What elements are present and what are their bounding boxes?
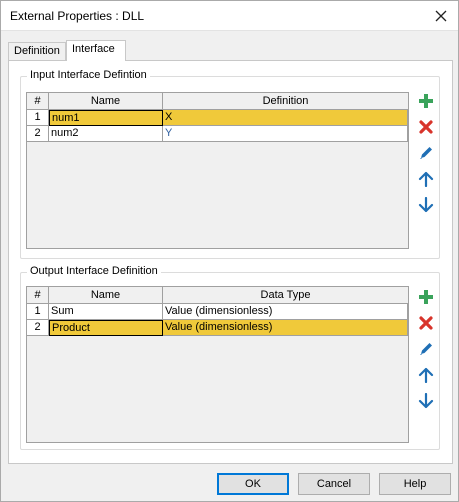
row-number: 1: [27, 110, 49, 126]
delete-icon: [419, 316, 433, 330]
row-number: 1: [27, 304, 49, 320]
move-down-icon: [418, 393, 434, 409]
dialog-window: External Properties : DLL Definition Int…: [0, 0, 459, 502]
tab-strip: Definition Interface: [8, 40, 448, 61]
move-down-output-button[interactable]: [415, 390, 437, 412]
move-up-icon: [418, 367, 434, 383]
output-grid[interactable]: # Name Data Type 1 Sum Value (dimensionl…: [26, 286, 409, 443]
delete-output-button[interactable]: [415, 312, 437, 334]
definition-cell[interactable]: X: [163, 110, 408, 126]
column-header-number[interactable]: #: [27, 287, 49, 303]
tab-interface[interactable]: Interface: [66, 40, 126, 61]
definition-cell[interactable]: Y: [163, 126, 408, 142]
column-header-definition[interactable]: Definition: [163, 93, 408, 109]
name-cell[interactable]: Sum: [49, 304, 163, 320]
edit-output-button[interactable]: [415, 338, 437, 360]
output-toolbar: [415, 286, 437, 416]
edit-icon: [420, 147, 432, 159]
add-icon: [419, 94, 433, 108]
edit-input-button[interactable]: [415, 142, 437, 164]
output-grid-header: # Name Data Type: [27, 287, 408, 304]
table-row[interactable]: 2 Product Value (dimensionless): [27, 320, 408, 336]
move-down-input-button[interactable]: [415, 194, 437, 216]
column-header-name[interactable]: Name: [49, 93, 163, 109]
window-title: External Properties : DLL: [10, 9, 145, 23]
help-button[interactable]: Help: [379, 473, 451, 495]
name-cell[interactable]: num2: [49, 126, 163, 142]
delete-icon: [419, 120, 433, 134]
ok-button[interactable]: OK: [217, 473, 289, 495]
table-row[interactable]: 2 num2 Y: [27, 126, 408, 142]
close-icon: [435, 10, 447, 22]
name-cell[interactable]: num1: [49, 110, 163, 126]
table-row[interactable]: 1 num1 X: [27, 110, 408, 126]
input-group-title: Input Interface Defintion: [27, 69, 150, 81]
output-group-title: Output Interface Definition: [27, 265, 161, 277]
row-number: 2: [27, 320, 49, 336]
add-output-button[interactable]: [415, 286, 437, 308]
input-grid-header: # Name Definition: [27, 93, 408, 110]
tab-panel: Input Interface Defintion # Name Definit…: [8, 60, 453, 464]
column-header-name[interactable]: Name: [49, 287, 163, 303]
data-type-cell[interactable]: Value (dimensionless): [163, 320, 408, 336]
column-header-data-type[interactable]: Data Type: [163, 287, 408, 303]
data-type-cell[interactable]: Value (dimensionless): [163, 304, 408, 320]
column-header-number[interactable]: #: [27, 93, 49, 109]
name-cell[interactable]: Product: [49, 320, 163, 336]
delete-input-button[interactable]: [415, 116, 437, 138]
move-up-output-button[interactable]: [415, 364, 437, 386]
title-bar: External Properties : DLL: [1, 1, 458, 31]
edit-icon: [420, 343, 432, 355]
move-up-input-button[interactable]: [415, 168, 437, 190]
table-row[interactable]: 1 Sum Value (dimensionless): [27, 304, 408, 320]
move-down-icon: [418, 197, 434, 213]
tab-definition[interactable]: Definition: [8, 42, 66, 60]
input-grid[interactable]: # Name Definition 1 num1 X 2 num2 Y: [26, 92, 409, 249]
cancel-button[interactable]: Cancel: [298, 473, 370, 495]
input-toolbar: [415, 90, 437, 220]
add-input-button[interactable]: [415, 90, 437, 112]
move-up-icon: [418, 171, 434, 187]
add-icon: [419, 290, 433, 304]
close-button[interactable]: [428, 3, 454, 29]
row-number: 2: [27, 126, 49, 142]
